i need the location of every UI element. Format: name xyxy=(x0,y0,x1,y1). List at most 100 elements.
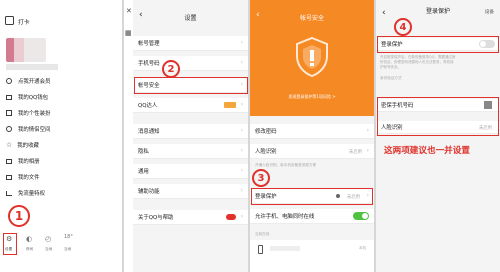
drawer-item-album[interactable]: 我的相册 xyxy=(6,157,40,165)
row-label: 手机号码 xyxy=(138,61,160,67)
chevron-right-icon: › xyxy=(240,101,243,108)
row-qq-talent[interactable]: QQ达人 › xyxy=(133,98,248,113)
face-id-status: 未启用 xyxy=(348,150,362,155)
both-devices-toggle[interactable] xyxy=(353,212,369,220)
verify-method-label: 身份验证方式 xyxy=(380,76,402,80)
back-button[interactable]: ‹ xyxy=(139,11,143,20)
profile-name-blur xyxy=(6,64,58,70)
security-tip[interactable]: 发现登录保护等1项风险 > xyxy=(264,94,360,100)
highlight-verify-methods xyxy=(377,97,499,136)
current-online-label: 当前在线 xyxy=(255,232,270,236)
chevron-right-icon: › xyxy=(366,127,369,134)
chevron-right-icon: › xyxy=(240,167,243,174)
face-id-note: 开通人脸识别，新手机设备登录更方便 xyxy=(255,163,317,167)
row-message-notify[interactable]: 消息通知 › xyxy=(133,124,248,139)
login-protection-title: 登录保护 xyxy=(425,7,450,15)
row-label: 帐号管理 xyxy=(138,41,160,47)
drawer-item-label: 免流量特权 xyxy=(18,191,45,197)
night-mode-label: 夜间 xyxy=(26,247,34,251)
back-button[interactable]: ‹ xyxy=(256,11,260,20)
online-device-row[interactable] xyxy=(250,240,374,272)
desc-line: 开启登录保护后，在新设备登录QQ，需要通过身 xyxy=(380,55,456,59)
chevron-right-icon: › xyxy=(240,187,243,194)
temperature-value: 18° xyxy=(64,234,73,240)
drawer-item-vip[interactable]: 点我开通会员 xyxy=(6,77,50,85)
qr-code-icon[interactable]: ▦ xyxy=(125,30,132,37)
account-security-title: 帐号安全 xyxy=(299,14,324,22)
drawer-item-qzone[interactable]: 我的情侣空间 xyxy=(6,125,50,133)
chevron-right-icon: › xyxy=(366,147,369,154)
qzone-icon xyxy=(6,126,12,132)
row-phone-number[interactable]: 手机号码 › xyxy=(133,56,248,71)
login-protection-panel: ‹ 登录保护 设备 登录保护 开启登录保护后，在新设备登录QQ，需要通过身 份验… xyxy=(376,0,500,272)
row-label: 隐私 xyxy=(138,149,149,155)
highlight-protection-toggle xyxy=(377,36,499,53)
row-label: QQ达人 xyxy=(138,103,158,109)
settings-label: 设置 xyxy=(5,247,13,251)
settings-title: 设置 xyxy=(184,14,197,22)
row-label: 人脸识别 xyxy=(255,149,277,155)
row-general[interactable]: 通用 › xyxy=(133,164,248,179)
row-change-password[interactable]: 修改密码 › xyxy=(250,124,374,139)
album-icon xyxy=(6,158,12,164)
shield-icon xyxy=(296,36,328,78)
annotation-note: 这两项建议也一并设置 xyxy=(384,146,470,156)
chevron-right-icon: › xyxy=(240,59,243,66)
gear-icon: ⚙ xyxy=(6,235,13,243)
dressup-icon xyxy=(6,110,12,116)
chevron-right-icon: › xyxy=(240,39,243,46)
signin-label[interactable]: 打卡 xyxy=(18,17,30,26)
drawer-item-dressup[interactable]: 我的个性装扮 xyxy=(6,109,50,117)
settings-header: ‹ 设置 xyxy=(133,0,248,34)
row-privacy[interactable]: 隐私 › xyxy=(133,144,248,159)
drawer-item-favorites[interactable]: ☆ 我的收藏 xyxy=(6,141,39,149)
night-mode-icon[interactable]: ◐ xyxy=(26,236,32,243)
back-button[interactable]: ‹ xyxy=(382,9,386,18)
row-label: 允许手机、电脑同时在线 xyxy=(255,214,315,220)
star-icon: ☆ xyxy=(6,140,13,149)
location-label: 当地 xyxy=(45,247,53,251)
highlight-login-protection xyxy=(251,188,373,205)
close-icon[interactable]: ✕ xyxy=(126,8,132,15)
side-drawer-panel: 打卡 点我开通会员 我的QQ钱包 我的个性装扮 我的情侣空间 ☆ 我的收藏 我的… xyxy=(0,0,122,272)
step-4-marker: 4 xyxy=(394,18,412,36)
row-about-help[interactable]: 关于QQ与帮助 › xyxy=(133,210,248,225)
row-face-id[interactable]: 人脸识别 未启用 › xyxy=(250,144,374,159)
row-label: 修改密码 xyxy=(255,129,277,135)
signal-icon xyxy=(6,190,12,196)
signin-icon[interactable] xyxy=(5,16,14,25)
settings-panel: ✕ ▦ ‹ 设置 帐号管理 › 手机号码 › 帐号安全 › QQ达人 › 消息通知 › … xyxy=(124,0,248,272)
row-label: 消息通知 xyxy=(138,129,160,135)
row-accessibility[interactable]: 辅助功能 › xyxy=(133,184,248,199)
talent-badge-icon xyxy=(224,102,236,108)
drawer-item-files[interactable]: 我的文件 xyxy=(6,173,40,181)
drawer-item-label: 我的相册 xyxy=(18,159,40,165)
drawer-edge-strip xyxy=(124,0,133,272)
clock-icon: ◴ xyxy=(45,235,52,243)
more-link[interactable]: 设备 xyxy=(485,9,494,15)
drawer-item-free-data[interactable]: 免流量特权 xyxy=(6,189,45,197)
tutorial-screenshot: 打卡 点我开通会员 我的QQ钱包 我的个性装扮 我的情侣空间 ☆ 我的收藏 我的… xyxy=(0,0,500,272)
account-security-panel: ‹ 帐号安全 发现登录保护等1项风险 > 修改密码 › 人脸识别 未启用 › 开通人脸… xyxy=(250,0,374,272)
drawer-item-label: 我的情侣空间 xyxy=(18,127,51,133)
device-label: 本机 xyxy=(358,246,366,250)
row-account-manage[interactable]: 帐号管理 › xyxy=(133,36,248,51)
desc-line: 护帐号安全。 xyxy=(380,65,401,69)
phone-icon xyxy=(258,245,263,254)
temperature-label: 当地 xyxy=(64,247,72,251)
row-label: 关于QQ与帮助 xyxy=(138,215,174,221)
drawer-item-label: 我的文件 xyxy=(18,175,40,181)
highlight-account-security xyxy=(134,77,248,94)
row-login-both-devices[interactable]: 允许手机、电脑同时在线 xyxy=(250,209,374,224)
drawer-item-label: 点我开通会员 xyxy=(18,79,51,85)
drawer-item-wallet[interactable]: 我的QQ钱包 xyxy=(6,93,48,101)
profile-avatar-blur[interactable] xyxy=(6,38,46,62)
wallet-icon xyxy=(6,94,12,100)
device-name-blur xyxy=(270,246,300,251)
chevron-right-icon: › xyxy=(240,147,243,154)
row-label: 辅助功能 xyxy=(138,189,160,195)
drawer-item-label: 我的QQ钱包 xyxy=(18,95,49,101)
folder-icon xyxy=(6,174,12,180)
vip-icon xyxy=(6,78,12,84)
step-2-marker: 2 xyxy=(162,60,180,78)
